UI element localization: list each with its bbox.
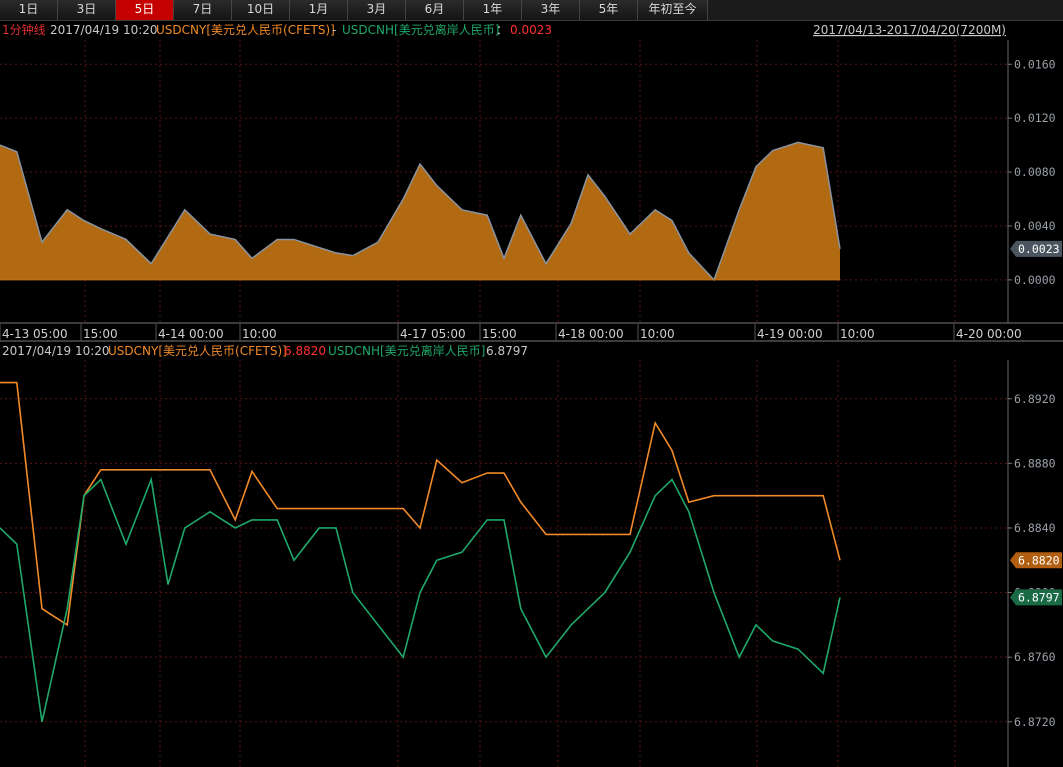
y-tick-label: 0.0080 (1014, 165, 1056, 179)
value-markers: 0.0023 6.8820 6.8797 (1010, 240, 1062, 606)
price-plot (0, 381, 841, 722)
usdcnh-value-marker-text: 6.8797 (1018, 590, 1060, 604)
top-datetime: 2017/04/19 10:20 (50, 23, 158, 37)
bottom-series-b-name: USDCNH[美元兑离岸人民币] (328, 343, 485, 358)
usdcnh-line (0, 476, 841, 722)
y-tick-label: 6.8840 (1014, 521, 1056, 535)
bottom-grid (0, 360, 1008, 767)
spread-plot (0, 141, 841, 282)
y-tick-label: 0.0160 (1014, 57, 1056, 71)
top-colon: ： (496, 23, 508, 37)
x-tick-label: 4-18 00:00 (558, 327, 624, 341)
x-tick-label: 4-17 05:00 (400, 327, 466, 341)
x-tick-label: 4-13 05:00 (2, 327, 68, 341)
top-series-a-name: USDCNY[美元兑人民币(CFETS)] (156, 23, 335, 37)
x-tick-label: 10:00 (242, 327, 277, 341)
spread-value-marker-text: 0.0023 (1018, 242, 1060, 256)
usdcny-line (0, 381, 841, 627)
bottom-datetime: 2017/04/19 10:20 (2, 344, 110, 358)
bottom-series-a-name: USDCNY[美元兑人民币(CFETS)] (108, 344, 287, 358)
date-range-label[interactable]: 2017/04/13-2017/04/20(7200M) (813, 23, 1006, 37)
chart-canvas[interactable]: 1分钟线 2017/04/19 10:20 USDCNY[美元兑人民币(CFET… (0, 0, 1063, 767)
x-tick-label: 15:00 (83, 327, 118, 341)
x-tick-label: 15:00 (482, 327, 517, 341)
bottom-series-b-value: 6.8797 (486, 344, 528, 358)
top-series-b-name: USDCNH[美元兑离岸人民币] (342, 22, 499, 37)
top-minus-sign: - (332, 23, 336, 37)
x-tick-label: 4-19 00:00 (757, 327, 823, 341)
top-grid (0, 40, 1008, 323)
x-tick-label: 10:00 (640, 327, 675, 341)
y-tick-label: 6.8720 (1014, 715, 1056, 729)
x-tick-label: 4-14 00:00 (158, 327, 224, 341)
y-tick-label: 6.8880 (1014, 456, 1056, 470)
y-tick-label: 0.0000 (1014, 273, 1056, 287)
y-tick-label: 0.0120 (1014, 111, 1056, 125)
interval-label: 1分钟线 (2, 22, 46, 37)
x-tick-label: 10:00 (840, 327, 875, 341)
y-tick-label: 6.8760 (1014, 650, 1056, 664)
x-tick-label: 4-20 00:00 (956, 327, 1022, 341)
top-spread-value: 0.0023 (510, 23, 552, 37)
y-tick-label: 6.8920 (1014, 392, 1056, 406)
bottom-series-a-value: 6.8820 (284, 344, 326, 358)
x-axis: 4-13 05:00 15:00 4-14 00:00 10:00 4-17 05:00… (0, 324, 1022, 341)
y-tick-label: 0.0040 (1014, 219, 1056, 233)
usdcny-value-marker-text: 6.8820 (1018, 553, 1060, 567)
